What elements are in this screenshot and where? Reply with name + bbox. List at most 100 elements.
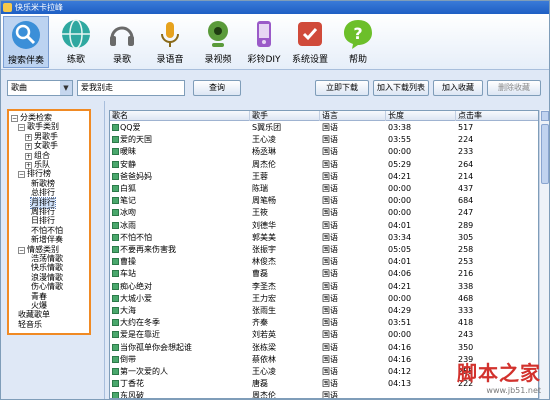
- add-favorites-button[interactable]: 加入收藏: [433, 80, 483, 96]
- table-row[interactable]: 大约在冬季 齐秦 国语 03:51 418: [110, 317, 538, 328]
- table-row[interactable]: 暖昧 杨丞琳 国语 00:00 233: [110, 146, 538, 157]
- table-row[interactable]: 曹操 林俊杰 国语 04:01 253: [110, 256, 538, 267]
- toolbar-record-song-button[interactable]: 录歌: [99, 16, 145, 68]
- table-row[interactable]: 笔记 周笔畅 国语 00:00 684: [110, 195, 538, 206]
- singer-cell: S翼乐团: [252, 123, 282, 132]
- table-row[interactable]: 不要再来伤害我 张振宇 国语 05:05 258: [110, 244, 538, 255]
- toolbar-search-accompaniment-button[interactable]: 搜索伴奏: [3, 16, 49, 68]
- table-row[interactable]: 爱是在靠近 刘若英 国语 00:00 243: [110, 329, 538, 340]
- language-cell: 国语: [322, 257, 338, 267]
- table-row[interactable]: 冰吻 王筱 国语 00:00 247: [110, 207, 538, 218]
- table-header: 歌名 歌手 语言 长度 点击率: [110, 111, 538, 121]
- toolbar-record-voice-button[interactable]: 录语音: [147, 16, 193, 68]
- clicks-cell: 338: [458, 281, 474, 291]
- song-name-cell: QQ爱: [112, 122, 250, 133]
- table-scrollbar[interactable]: [539, 110, 549, 399]
- add-download-list-button[interactable]: 加入下载列表: [373, 80, 429, 96]
- clicks-cell: 258: [458, 245, 474, 254]
- singer-cell: 周杰伦: [252, 159, 276, 169]
- column-header-language[interactable]: 语言: [320, 111, 386, 121]
- singer-cell: 齐秦: [252, 318, 268, 328]
- download-now-button[interactable]: 立即下载: [315, 80, 369, 96]
- collapse-icon[interactable]: −: [18, 246, 25, 254]
- watermark-url: www.jb51.net: [486, 386, 541, 395]
- scroll-thumb[interactable]: [541, 124, 549, 184]
- collapse-icon[interactable]: −: [11, 115, 18, 122]
- expand-icon[interactable]: +: [25, 133, 32, 141]
- singer-cell: 林俊杰: [252, 257, 276, 267]
- table-row[interactable]: 白狐 陈瑞 国语 00:00 437: [110, 183, 538, 194]
- tree-item-label: 组合: [34, 150, 50, 160]
- singer-cell: 张栋梁: [252, 342, 276, 352]
- length-cell: 00:00: [388, 184, 412, 193]
- table-row[interactable]: 爸爸妈妈 王蓉 国语 04:21 214: [110, 171, 538, 182]
- toolbar-record-video-button[interactable]: 录视频: [195, 16, 241, 68]
- song-name-cell: 不怕不怕: [112, 232, 250, 243]
- toolbar-label: 系统设置: [291, 55, 328, 65]
- column-header-singer[interactable]: 歌手: [250, 111, 320, 121]
- expand-icon[interactable]: +: [25, 162, 32, 169]
- singer-cell: 周笔畅: [252, 196, 276, 206]
- query-button[interactable]: 查询: [193, 80, 241, 96]
- singer-cell: 张振宇: [252, 245, 276, 254]
- language-cell: 国语: [322, 281, 338, 291]
- singer-cell: 王蓉: [252, 171, 268, 181]
- search-input[interactable]: 爱我别走: [77, 80, 185, 96]
- clicks-cell: 247: [458, 208, 474, 218]
- chevron-down-icon[interactable]: ▼: [60, 81, 72, 95]
- title-bar[interactable]: 快乐米卡拉峰: [1, 1, 549, 14]
- table-row[interactable]: 当你孤单你会想起谁 张栋梁 国语 04:16 350: [110, 342, 538, 353]
- toolbar-practice-button[interactable]: 练歌: [53, 16, 99, 68]
- language-cell: 国语: [322, 306, 338, 315]
- language-cell: 国语: [322, 171, 338, 181]
- table-row[interactable]: 车站 曹磊 国语 04:06 216: [110, 268, 538, 279]
- delete-favorites-button[interactable]: 删除收藏: [487, 80, 541, 96]
- column-header-length[interactable]: 长度: [386, 111, 456, 121]
- song-name: QQ爱: [120, 123, 141, 132]
- toolbar-settings-button[interactable]: 系统设置: [287, 16, 333, 68]
- collapse-icon[interactable]: −: [18, 171, 25, 179]
- clicks-cell: 350: [458, 342, 474, 352]
- search-bar: 歌曲 ▼ 爱我别走 查询 立即下载 加入下载列表 加入收藏 删除收藏: [1, 71, 549, 101]
- song-name: 冰雨: [120, 220, 136, 230]
- table-row[interactable]: 爱的天国 王心凌 国语 03:55 224: [110, 134, 538, 145]
- tree-item-label: 周排行: [31, 207, 55, 216]
- expand-icon[interactable]: +: [25, 152, 32, 160]
- table-row[interactable]: QQ爱 S翼乐团 国语 03:38 517: [110, 122, 538, 133]
- table-row[interactable]: 大城小爱 王力宏 国语 00:00 468: [110, 293, 538, 304]
- toolbar-ringtone-diy-button[interactable]: 彩铃DIY: [241, 16, 287, 68]
- song-name: 爸爸妈妈: [120, 171, 152, 181]
- song-file-icon: [112, 343, 119, 351]
- table-row[interactable]: 安静 周杰伦 国语 05:29 264: [110, 159, 538, 170]
- singer-cell: 张雨生: [252, 306, 276, 315]
- column-header-song[interactable]: 歌名: [110, 111, 250, 121]
- table-row[interactable]: 不怕不怕 郭美美 国语 03:34 305: [110, 232, 538, 243]
- song-name: 当你孤单你会想起谁: [120, 342, 192, 352]
- language-cell: 国语: [322, 379, 338, 389]
- song-name: 东风破: [120, 391, 144, 399]
- search-accompaniment-icon: [12, 21, 40, 49]
- search-type-select[interactable]: 歌曲 ▼: [7, 80, 73, 96]
- song-file-icon: [112, 197, 119, 205]
- song-name-cell: 暖昧: [112, 146, 250, 157]
- song-file-icon: [112, 282, 119, 290]
- song-name-cell: 曹操: [112, 256, 250, 267]
- language-cell: 国语: [322, 232, 338, 242]
- tree-item-label: 不怕不怕: [31, 225, 63, 235]
- collapse-icon[interactable]: −: [18, 124, 25, 132]
- tree-item-label: 排行榜: [27, 169, 51, 179]
- length-cell: 04:21: [388, 171, 412, 181]
- song-name: 大海: [120, 306, 136, 315]
- song-name: 不怕不怕: [120, 232, 152, 242]
- tree-item[interactable]: 轻音乐: [18, 320, 42, 330]
- table-row[interactable]: 冰雨 刘德华 国语 04:01 289: [110, 220, 538, 231]
- column-header-clicks[interactable]: 点击率: [456, 111, 538, 121]
- table-row[interactable]: 痴心绝对 李圣杰 国语 04:21 338: [110, 281, 538, 292]
- scroll-up-arrow[interactable]: [541, 111, 549, 121]
- table-row[interactable]: 大海 张雨生 国语 04:29 333: [110, 305, 538, 316]
- song-file-icon: [112, 294, 119, 302]
- toolbar-help-button[interactable]: ? 帮助: [335, 16, 381, 68]
- song-file-icon: [112, 368, 119, 375]
- language-cell: 国语: [322, 354, 338, 364]
- expand-icon[interactable]: +: [25, 143, 32, 151]
